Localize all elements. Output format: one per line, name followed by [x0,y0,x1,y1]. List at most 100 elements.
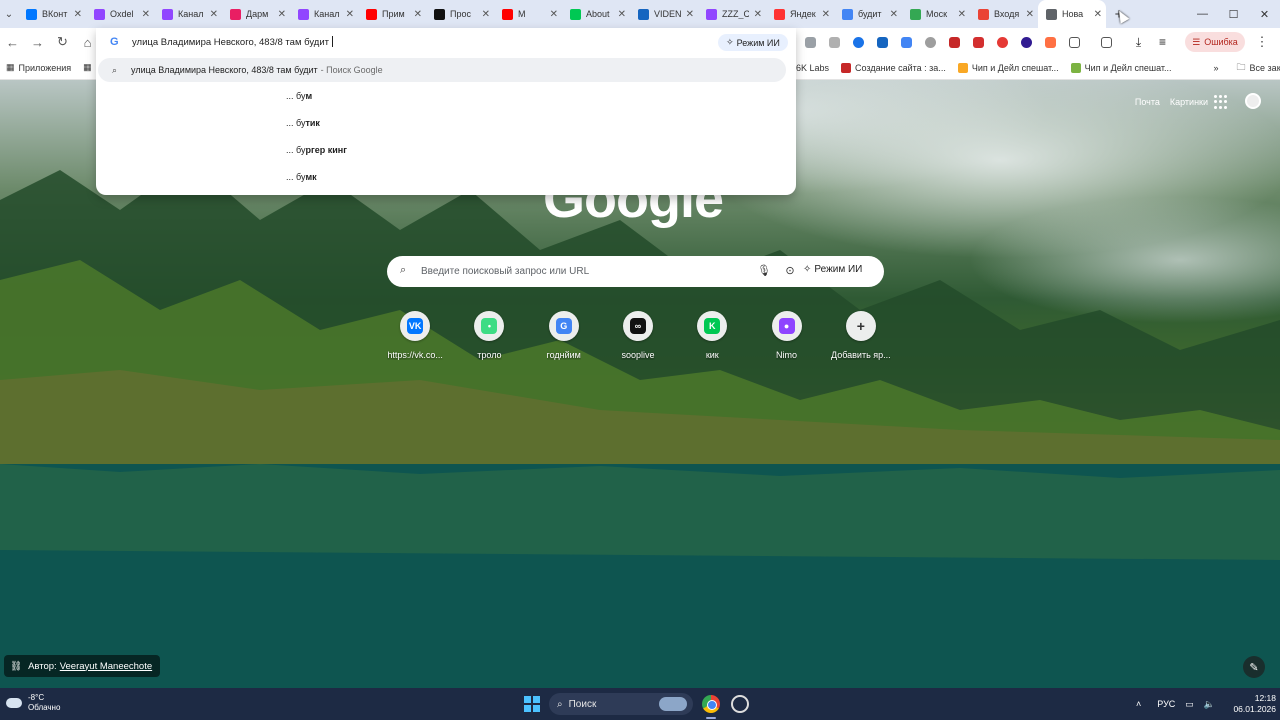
address-input-value[interactable]: улица Владимира Невского, 483/8 там буди… [132,37,329,48]
browser-tab[interactable]: M ✕ [494,0,562,28]
extension-icon[interactable] [824,32,845,53]
customize-pencil-icon[interactable]: ✎ [1243,656,1265,678]
network-icon[interactable]: ▭ [1185,699,1194,710]
shortcut-tile[interactable]: + Добавить яр... [824,311,898,371]
google-apps-icon[interactable] [1214,95,1228,109]
bookmark-item[interactable]: Создание сайта : за... [835,63,952,73]
browser-tab[interactable]: Канал ✕ [290,0,358,28]
close-tab-icon[interactable]: ✕ [1094,9,1102,20]
autocomplete-suggestion[interactable]: ... бургер кинг [286,145,347,155]
clock[interactable]: 12:18 06.01.2026 [1224,693,1276,715]
browser-tab[interactable]: VIDEN ✕ [630,0,698,28]
extension-icon[interactable] [872,32,893,53]
weather-widget[interactable]: -8°C Облачно [6,693,60,713]
forward-icon[interactable]: → [25,28,50,56]
bookmark-apps[interactable]: ▦ Приложения [0,62,77,73]
extension-icon[interactable] [1016,32,1037,53]
extension-icon[interactable] [800,32,821,53]
shortcut-tile[interactable]: • троло [452,311,526,371]
shortcut-tile[interactable]: Kкик [675,311,749,371]
browser-tab[interactable]: ВКонт ✕ [18,0,86,28]
lens-icon[interactable]: ⊙ [783,264,797,278]
autocomplete-suggestion[interactable]: ... бум [286,91,312,101]
bookmark-item[interactable]: 6K Labs [790,63,835,73]
tab-search-list-icon[interactable]: ≡ [1152,32,1173,53]
close-tab-icon[interactable]: ✕ [414,9,422,20]
address-bar[interactable]: G улица Владимира Невского, 483/8 там бу… [96,28,796,56]
taskbar-search[interactable]: ⌕ Поиск [549,693,693,715]
language-indicator[interactable]: РУС [1157,699,1175,709]
search-input[interactable] [421,263,741,280]
tab-groups-icon[interactable]: ▦ [77,62,98,73]
close-tab-icon[interactable]: ✕ [958,9,966,20]
close-tab-icon[interactable]: ✕ [142,9,150,20]
close-tab-icon[interactable]: ✕ [754,9,762,20]
images-link[interactable]: Картинки [1170,97,1208,107]
omnibox-ai-mode-chip[interactable]: ✧ Режим ИИ [718,34,788,51]
close-tab-icon[interactable]: ✕ [346,9,354,20]
autocomplete-suggestion[interactable]: ... бутик [286,118,320,128]
download-icon[interactable]: ⤓ [1128,32,1149,53]
tab-search-icon[interactable]: ⌄ [0,0,18,28]
menu-kebab-icon[interactable]: ⋮ [1252,32,1272,52]
extension-icon[interactable] [944,32,965,53]
close-tab-icon[interactable]: ✕ [686,9,694,20]
chevron-up-icon[interactable]: ˄ [1136,699,1141,709]
back-icon[interactable]: ← [0,28,25,56]
cast-icon[interactable] [1096,32,1117,53]
browser-tab[interactable]: Нова ✕ [1038,0,1106,28]
volume-icon[interactable]: 🔈 [1204,699,1215,710]
browser-tab[interactable]: Канал ✕ [154,0,222,28]
chrome-taskbar-icon[interactable] [702,695,720,713]
browser-tab[interactable]: Моск ✕ [902,0,970,28]
browser-tab[interactable]: Прим ✕ [358,0,426,28]
close-tab-icon[interactable]: ✕ [74,9,82,20]
profile-error-button[interactable]: ☰ Ошибка [1185,32,1245,52]
close-tab-icon[interactable]: ✕ [890,9,898,20]
autocomplete-suggestion[interactable]: ... бумк [286,172,317,182]
shortcut-tile[interactable]: ∞ sooplive [601,311,675,371]
background-attribution[interactable]: ⛓ Автор: Veerayut Maneechote [4,655,161,677]
extension-icon[interactable] [1040,32,1061,53]
extension-icon[interactable] [848,32,869,53]
reload-icon[interactable]: ↻ [50,28,75,56]
browser-tab[interactable]: будит ✕ [834,0,902,28]
browser-tab[interactable]: Яндек ✕ [766,0,834,28]
close-tab-icon[interactable]: ✕ [550,9,558,20]
account-avatar[interactable] [1245,93,1261,109]
gmail-link[interactable]: Почта [1135,97,1160,107]
close-tab-icon[interactable]: ✕ [618,9,626,20]
close-tab-icon[interactable]: ✕ [278,9,286,20]
close-tab-icon[interactable]: ✕ [482,9,490,20]
puzzle-icon[interactable] [1064,32,1085,53]
ntp-search-box[interactable]: ⌕ 🎙 ⊙ ✧ Режим ИИ [387,256,884,287]
extension-icon[interactable] [896,32,917,53]
shortcut-tile[interactable]: VK https://vk.co... [378,311,452,371]
extension-icon[interactable] [968,32,989,53]
more-bookmarks-icon[interactable]: » [1208,63,1225,73]
browser-tab[interactable]: Oxdel ✕ [86,0,154,28]
obs-taskbar-icon[interactable] [731,695,749,713]
maximize-icon[interactable]: ☐ [1218,0,1249,28]
browser-tab[interactable]: Дарм ✕ [222,0,290,28]
browser-tab[interactable]: About ✕ [562,0,630,28]
close-window-icon[interactable]: ✕ [1249,0,1280,28]
browser-tab[interactable]: Входя ✕ [970,0,1038,28]
windows-start-icon[interactable] [524,696,540,712]
extension-icon[interactable] [920,32,941,53]
bookmark-item[interactable]: Чип и Дейл спешат... [952,63,1065,73]
photographer-link[interactable]: Veerayut Maneechote [60,661,152,672]
suggestion-search-google[interactable]: ⌕ улица Владимира Невского, 483/8 там бу… [98,58,786,82]
close-tab-icon[interactable]: ✕ [210,9,218,20]
shortcut-tile[interactable]: ● Nimo [749,311,823,371]
bookmark-item[interactable]: Чип и Дейл спешат... [1065,63,1178,73]
ai-mode-button[interactable]: ✧ Режим ИИ [803,264,862,275]
shortcut-tile[interactable]: Gгоднйим [527,311,601,371]
microphone-icon[interactable]: 🎙 [757,264,771,278]
all-bookmarks[interactable]: 🗀Все закладки [1231,60,1280,76]
extension-icon[interactable] [992,32,1013,53]
close-tab-icon[interactable]: ✕ [1026,9,1034,20]
browser-tab[interactable]: ZZZ_C ✕ [698,0,766,28]
minimize-icon[interactable]: — [1187,0,1218,28]
browser-tab[interactable]: Прос ✕ [426,0,494,28]
